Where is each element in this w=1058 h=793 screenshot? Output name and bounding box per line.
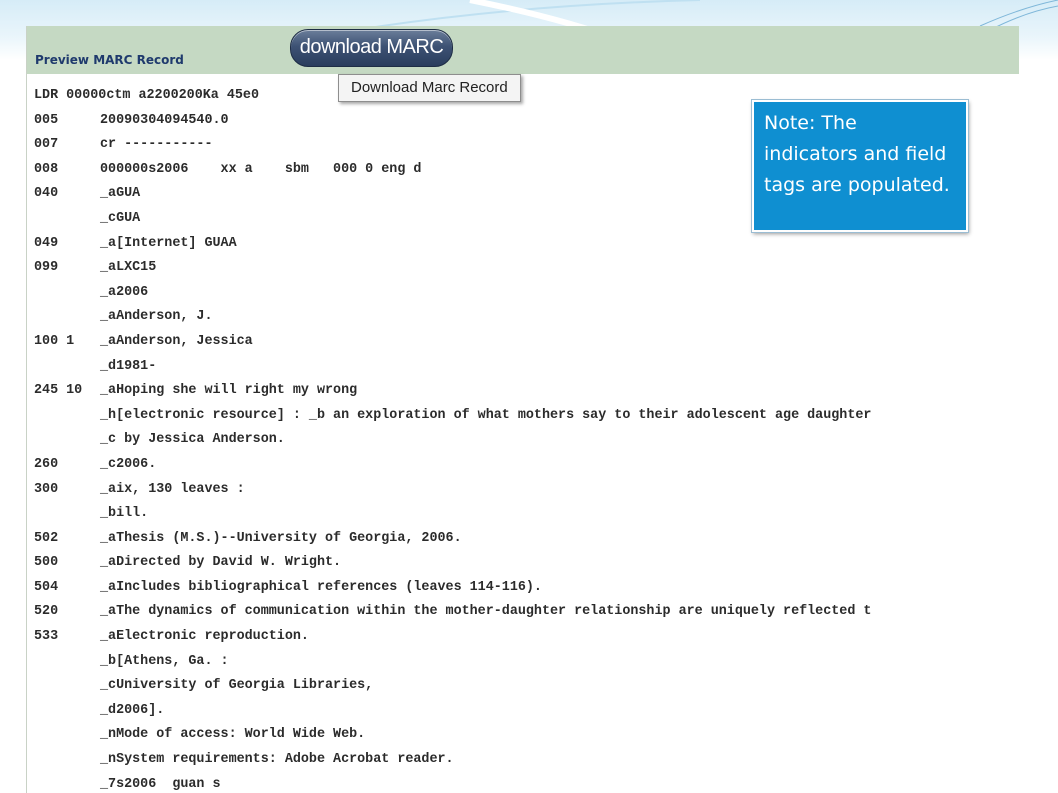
field-tag: 100 1 xyxy=(34,333,75,349)
field-value: _aDirected by David W. Wright. xyxy=(100,555,342,571)
record-field: _h[electronic resource] : _b an explorat… xyxy=(34,404,1019,429)
record-field: _aAnderson, J. xyxy=(34,305,1019,330)
field-value: _c2006. xyxy=(100,456,157,472)
record-field: 260 _c2006. xyxy=(34,453,1019,478)
field-value: _aAnderson, J. xyxy=(100,309,213,325)
record-field: _nSystem requirements: Adobe Acrobat rea… xyxy=(34,748,1019,773)
field-value: _aIncludes bibliographical references (l… xyxy=(100,579,542,595)
field-tag: 520 xyxy=(34,604,59,620)
field-value: _a[Internet] GUAA xyxy=(100,235,237,251)
field-tag: 533 xyxy=(34,629,59,645)
field-value: _aGUA xyxy=(100,186,141,202)
field-value: _aAnderson, Jessica xyxy=(100,333,253,349)
field-value: _cUniversity of Georgia Libraries, xyxy=(100,678,374,694)
record-field: 502 _aThesis (M.S.)--University of Georgi… xyxy=(34,527,1019,552)
field-value: _aElectronic reproduction. xyxy=(100,629,309,645)
record-field: 100 1 _aAnderson, Jessica xyxy=(34,330,1019,355)
field-tag: 005 xyxy=(34,112,59,128)
field-value: _h[electronic resource] : _b an explorat… xyxy=(100,407,872,423)
record-field: 520 _aThe dynamics of communication withi… xyxy=(34,600,1019,625)
field-tag: 040 xyxy=(34,186,59,202)
record-field: _bill. xyxy=(34,502,1019,527)
field-tag: 500 xyxy=(34,555,59,571)
field-tag: 007 xyxy=(34,137,59,153)
field-value: _aThesis (M.S.)--University of Georgia, … xyxy=(100,530,462,546)
record-field: _a2006 xyxy=(34,281,1019,306)
record-field: _c by Jessica Anderson. xyxy=(34,428,1019,453)
field-value: _nMode of access: World Wide Web. xyxy=(100,727,366,743)
leader-value: LDR 00000ctm a2200200Ka 45e0 xyxy=(34,88,259,103)
field-value: _c by Jessica Anderson. xyxy=(100,432,285,448)
record-field: 245 10 _aHoping she will right my wrong xyxy=(34,379,1019,404)
note-callout: Note: The indicators and field tags are … xyxy=(751,99,969,233)
field-value: _bill. xyxy=(100,506,149,522)
record-field: 504 _aIncludes bibliographical references… xyxy=(34,576,1019,601)
record-field: 099 _aLXC15 xyxy=(34,256,1019,281)
field-value: _nSystem requirements: Adobe Acrobat rea… xyxy=(100,752,454,768)
field-value: _aThe dynamics of communication within t… xyxy=(100,604,872,620)
field-value: _d2006]. xyxy=(100,702,165,718)
field-tag: 245 10 xyxy=(34,383,83,399)
field-value: _d1981- xyxy=(100,358,157,374)
field-value: 000000s2006 xx a sbm 000 0 eng d xyxy=(100,161,422,177)
record-field: _cUniversity of Georgia Libraries, xyxy=(34,674,1019,699)
field-value: 20090304094540.0 xyxy=(100,112,229,128)
field-tag: 260 xyxy=(34,456,59,472)
record-field: _d2006]. xyxy=(34,699,1019,724)
field-value: _aLXC15 xyxy=(100,260,157,276)
record-field: 049 _a[Internet] GUAA xyxy=(34,232,1019,257)
record-field: _nMode of access: World Wide Web. xyxy=(34,723,1019,748)
panel-header: Preview MARC Record download MARC xyxy=(27,26,1019,74)
field-value: _aix, 130 leaves : xyxy=(100,481,245,497)
field-tag: 049 xyxy=(34,235,59,251)
record-field: _7s2006 guan s xyxy=(34,773,1019,793)
field-value: _aHoping she will right my wrong xyxy=(100,383,358,399)
field-tag: 504 xyxy=(34,579,59,595)
panel-title: Preview MARC Record xyxy=(35,53,184,67)
field-tag: 300 xyxy=(34,481,59,497)
record-field: 533 _aElectronic reproduction. xyxy=(34,625,1019,650)
field-tag: 099 xyxy=(34,260,59,276)
record-field: 500 _aDirected by David W. Wright. xyxy=(34,551,1019,576)
record-field: 300 _aix, 130 leaves : xyxy=(34,478,1019,503)
field-value: _a2006 xyxy=(100,284,149,300)
field-tag: 502 xyxy=(34,530,59,546)
field-value: cr ----------- xyxy=(100,137,213,153)
field-value: _7s2006 guan s xyxy=(100,776,221,792)
field-tag: 008 xyxy=(34,161,59,177)
field-value: _cGUA xyxy=(100,210,141,226)
record-field: _d1981- xyxy=(34,355,1019,380)
field-value: _b[Athens, Ga. : xyxy=(100,653,229,669)
download-marc-button[interactable]: download MARC xyxy=(290,29,453,67)
record-field: _b[Athens, Ga. : xyxy=(34,650,1019,675)
